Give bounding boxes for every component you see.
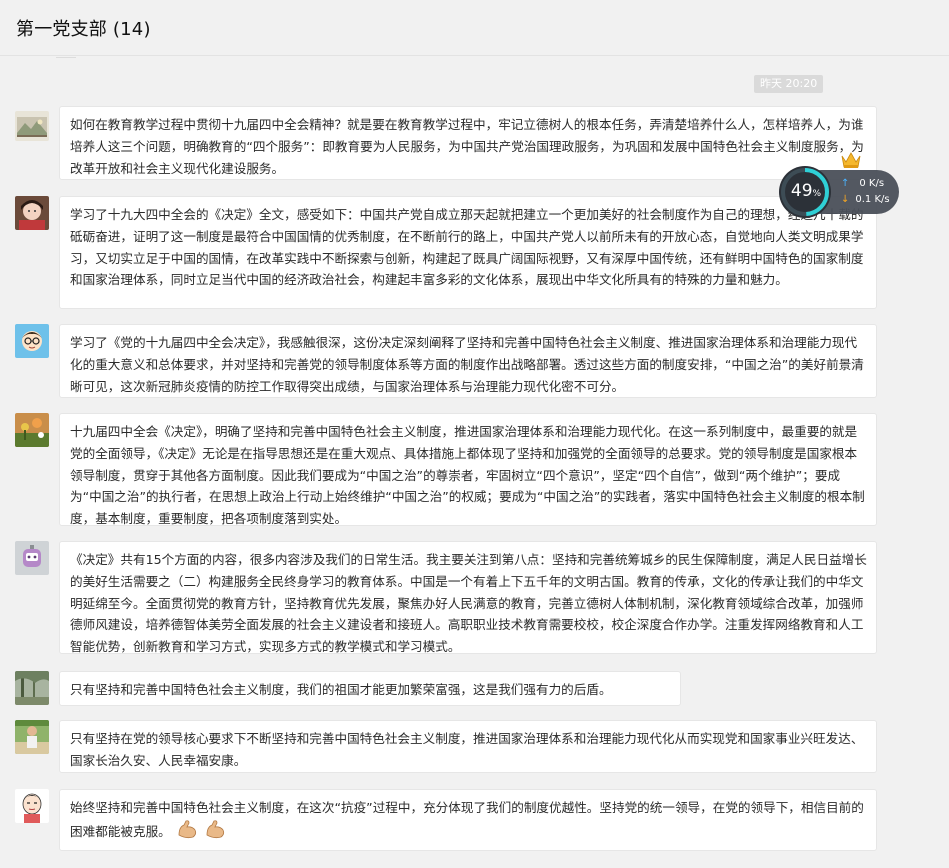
message-text: 如何在教育教学过程中贯彻十九届四中全会精神？就是要在教育教学过程中，牢记立德树人…	[70, 117, 864, 176]
cartoon-glasses-avatar-icon	[15, 324, 49, 358]
message-bubble[interactable]: 十九届四中全会《决定》，明确了坚持和完善中国特色社会主义制度，推进国家治理体系和…	[59, 413, 877, 526]
chat-title: 第一党支部 (14)	[16, 19, 151, 40]
avatar[interactable]	[15, 671, 49, 705]
avatar[interactable]	[15, 196, 49, 230]
message-text: 只有坚持在党的领导核心要求下不断坚持和完善中国特色社会主义制度，推进国家治理体系…	[70, 731, 864, 768]
avatar[interactable]	[15, 413, 49, 447]
portrait-avatar-icon	[15, 196, 49, 230]
message-bubble[interactable]: 《决定》共有15个方面的内容，很多内容涉及我们的日常生活。我主要关注到第八点：坚…	[59, 541, 877, 654]
message-bubble[interactable]: 只有坚持在党的领导核心要求下不断坚持和完善中国特色社会主义制度，推进国家治理体系…	[59, 720, 877, 773]
message-timestamp: 昨天 20:20	[754, 75, 824, 93]
flexed-biceps-emoji	[177, 819, 199, 846]
message-bubble[interactable]: 如何在教育教学过程中贯彻十九届四中全会精神？就是要在教育教学过程中，牢记立德树人…	[59, 106, 877, 180]
landscape-avatar-icon	[15, 111, 49, 141]
download-arrow-icon: ↓	[841, 194, 850, 205]
robot-avatar-icon	[15, 541, 49, 575]
avatar[interactable]	[15, 111, 49, 141]
message-bubble[interactable]: 学习了《党的十九届四中全会决定》，我感触很深，这份决定深刻阐释了坚持和完善中国特…	[59, 324, 877, 398]
message-text: 始终坚持和完善中国特色社会主义制度，在这次“抗疫”过程中，充分体现了我们的制度优…	[70, 797, 867, 846]
message-text: 只有坚持和完善中国特色社会主义制度，我们的祖国才能更加繁荣富强，这是我们强有力的…	[70, 682, 612, 697]
chat-header: 第一党支部 (14)	[0, 0, 949, 56]
avatar[interactable]	[15, 789, 49, 823]
avatar[interactable]	[15, 324, 49, 358]
avatar[interactable]	[15, 541, 49, 575]
percent-sign: %	[812, 189, 822, 199]
message-text: 十九届四中全会《决定》，明确了坚持和完善中国特色社会主义制度，推进国家治理体系和…	[70, 424, 865, 527]
usage-percent: 49%	[787, 181, 825, 204]
message-bubble[interactable]: 只有坚持和完善中国特色社会主义制度，我们的祖国才能更加繁荣富强，这是我们强有力的…	[59, 671, 681, 706]
percent-value: 49	[790, 181, 813, 201]
flowers-avatar-icon	[15, 413, 49, 447]
person-avatar-icon	[15, 720, 49, 754]
message-text: 《决定》共有15个方面的内容，很多内容涉及我们的日常生活。我主要关注到第八点：坚…	[70, 552, 867, 655]
download-speed: ↓ 0.1 K/s	[841, 194, 890, 206]
divider	[56, 57, 76, 58]
network-speed-widget[interactable]: 49% ↑ 0 K/s ↓ 0.1 K/s	[779, 166, 901, 218]
cartoon-boy-avatar-icon	[15, 789, 49, 823]
flexed-biceps-emoji	[205, 819, 227, 846]
download-speed-value: 0.1 K/s	[855, 194, 890, 205]
trees-avatar-icon	[15, 671, 49, 705]
upload-arrow-icon: ↑	[841, 178, 850, 189]
avatar[interactable]	[15, 720, 49, 754]
message-bubble[interactable]: 始终坚持和完善中国特色社会主义制度，在这次“抗疫”过程中，充分体现了我们的制度优…	[59, 789, 877, 851]
upload-speed: ↑ 0 K/s	[841, 178, 884, 190]
message-text: 学习了十九大四中全会的《决定》全文，感受如下：中国共产党自成立那天起就把建立一个…	[70, 207, 864, 288]
message-text: 学习了《党的十九届四中全会决定》，我感触很深，这份决定深刻阐释了坚持和完善中国特…	[70, 335, 864, 394]
upload-speed-value: 0 K/s	[859, 178, 885, 189]
message-bubble[interactable]: 学习了十九大四中全会的《决定》全文，感受如下：中国共产党自成立那天起就把建立一个…	[59, 196, 877, 309]
